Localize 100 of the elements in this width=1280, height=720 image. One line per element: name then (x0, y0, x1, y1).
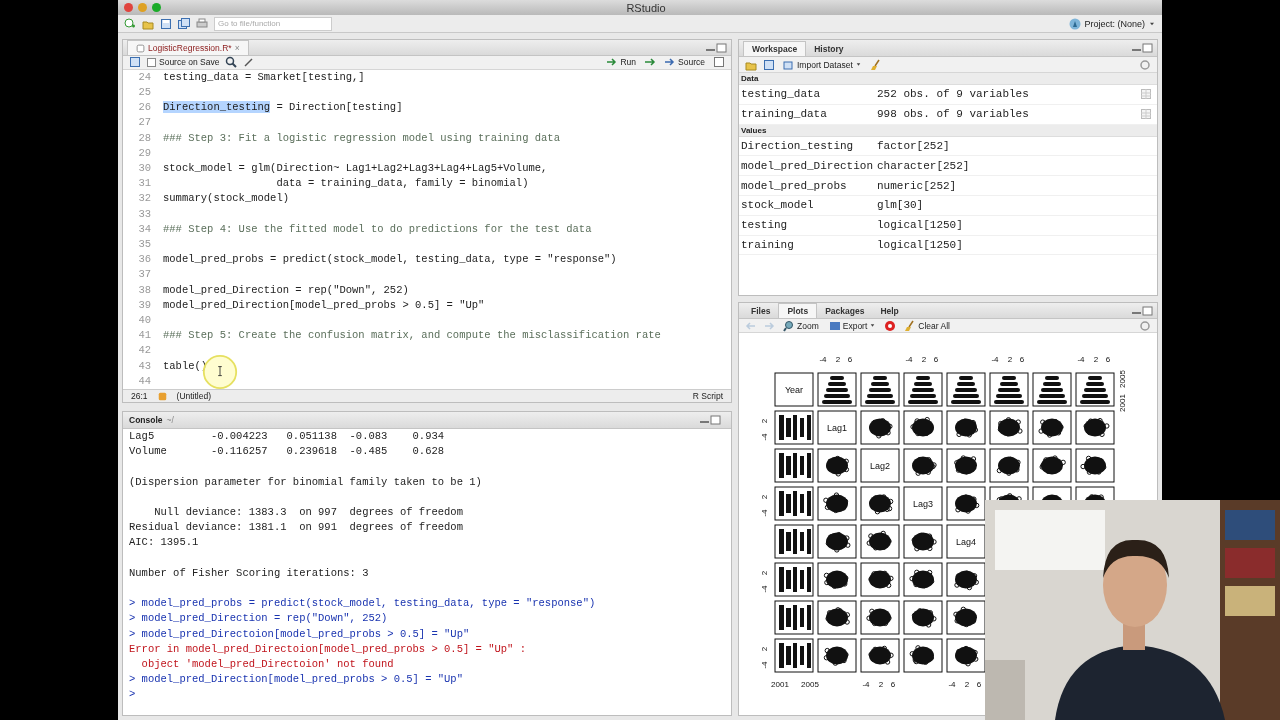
clear-all-button[interactable]: Clear All (902, 319, 952, 332)
code-line: stock_model = glm(Direction~ Lag1+Lag2+Lag3+Lag4+Lag5+Volume, (163, 161, 548, 176)
console-output: Volume -0.116257 0.239618 -0.485 0.628 (128, 444, 446, 460)
line-number: 41 (137, 328, 152, 344)
axis-tick-label: -4 (905, 355, 913, 364)
variable-name: model_pred_Direction (741, 159, 875, 172)
export-button[interactable]: Export (826, 319, 879, 332)
variable-name: training_data (741, 108, 828, 121)
pane-tab[interactable]: Packages (817, 304, 873, 318)
variable-name: model_pred_probs (741, 179, 848, 192)
source-on-save-checkbox[interactable] (147, 57, 156, 67)
r-file-icon[interactable] (136, 43, 145, 53)
file-type-menu[interactable]: R Script (692, 391, 723, 402)
remove-plot-icon[interactable] (884, 319, 897, 332)
console-output: Residual deviance: 1381.1 on 991 degrees of freedom (128, 520, 464, 536)
code-comment: ### Step 3: Fit a logistic regression model using training data (163, 130, 560, 146)
line-number: 27 (137, 115, 152, 131)
import-dataset-button[interactable]: Import Dataset (781, 58, 864, 71)
console-output: (Dispersion parameter for binomial family taken to be 1) (128, 474, 483, 490)
variable-label: Lag3 (913, 498, 933, 509)
maximize-icon[interactable] (1131, 305, 1153, 316)
save-all-icon[interactable] (178, 17, 190, 30)
caret-icon[interactable] (869, 322, 877, 329)
import-icon[interactable] (783, 58, 795, 71)
axis-tick-label: 2005 (1118, 370, 1127, 388)
broom-icon[interactable] (904, 319, 917, 332)
axis-tick-label: 6 (933, 355, 939, 364)
console-command: > (128, 687, 137, 703)
console-command: > model_pred_Direction[model_pred_probs > 0.5] = "Up" (128, 672, 464, 688)
maximize-icon[interactable] (705, 42, 727, 53)
line-number: 36 (137, 252, 152, 268)
project-icon[interactable] (1069, 17, 1082, 30)
axis-tick-label: 2 (760, 418, 769, 424)
variable-label: Lag2 (870, 460, 890, 471)
save-icon[interactable] (129, 56, 141, 69)
line-number: 35 (137, 237, 152, 253)
editor-tab[interactable]: LogisticRegression.R* × (127, 40, 249, 55)
line-number: 38 (137, 282, 152, 298)
pane-tab[interactable]: History (806, 42, 852, 56)
cursor-position: 26:1 (131, 391, 148, 402)
line-number: 24 (137, 69, 152, 85)
variable-label: Year (784, 384, 804, 395)
run-button[interactable]: Run (604, 56, 639, 69)
tab-close-button[interactable]: × (234, 43, 240, 53)
axis-tick-label: 2 (760, 570, 769, 576)
broom-icon[interactable] (869, 58, 882, 71)
axis-tick-label: 2 (964, 680, 970, 689)
axis-tick-label: 2001 (771, 680, 789, 689)
chart-icon[interactable] (828, 319, 841, 332)
variable-name: testing (741, 219, 789, 232)
variable-value: 252 obs. of 9 variables (877, 88, 1030, 101)
axis-tick-label: 2 (760, 494, 769, 500)
console-path: ~/ (166, 415, 174, 425)
variable-value: logical[1250] (877, 238, 964, 251)
search-field[interactable]: Go to file/function (214, 16, 332, 31)
outline-icon[interactable] (713, 56, 725, 69)
source-button[interactable]: Source (662, 56, 707, 69)
close-button[interactable] (124, 3, 133, 12)
maximize-icon[interactable] (1131, 43, 1153, 53)
maximize-icon[interactable] (699, 415, 721, 425)
scope-menu[interactable]: (Untitled) (176, 391, 212, 402)
axis-tick-label: 2 (1007, 355, 1013, 364)
pane-tab[interactable]: Files (743, 304, 779, 318)
pane-tab[interactable]: Plots (778, 303, 818, 318)
pane-tab[interactable]: Workspace (743, 41, 807, 56)
caret-icon[interactable] (854, 61, 862, 68)
pane-tab[interactable]: Help (872, 304, 907, 318)
axis-tick-label: -4 (819, 355, 827, 364)
line-number: 32 (137, 191, 152, 207)
variable-name: stock_model (741, 199, 815, 212)
variable-name: training (741, 238, 795, 251)
axis-tick-label: 6 (976, 680, 982, 689)
axis-tick-label: 6 (1105, 355, 1111, 364)
print-icon[interactable] (196, 17, 208, 30)
project-menu[interactable]: Project: (None) (1084, 18, 1145, 29)
error-message: object 'model_pred_Directoion' not found (140, 657, 395, 672)
search-icon[interactable] (225, 56, 238, 69)
variable-value: factor[252] (877, 140, 951, 152)
code-line: Direction_testing = Direction[testing] (163, 100, 403, 116)
zoom-plot-button[interactable]: Zoom (781, 319, 821, 332)
refresh-icon[interactable] (1139, 319, 1151, 332)
refresh-icon[interactable] (1139, 58, 1151, 71)
save-icon[interactable] (160, 17, 172, 30)
line-number: 37 (137, 267, 152, 283)
line-number: 30 (137, 161, 152, 176)
wand-icon[interactable] (243, 56, 256, 69)
console-output: AIC: 1395.1 (128, 535, 200, 551)
axis-tick-label: -4 (760, 433, 769, 441)
line-number: 34 (137, 221, 152, 237)
console-output: Lag5 -0.004223 0.051138 -0.083 0.934 (128, 429, 446, 444)
axis-tick-label: -4 (991, 355, 999, 364)
axis-tick-label: 2005 (801, 680, 819, 689)
zoom-button[interactable] (152, 3, 161, 12)
variable-label: Lag4 (956, 536, 976, 547)
console-command: > model_pred_Direction = rep("Down", 252) (128, 611, 389, 627)
magnifier-icon[interactable] (783, 319, 795, 332)
save-icon[interactable] (763, 58, 775, 71)
axis-tick-label: -4 (862, 680, 870, 689)
checkbox-label: Source on Save (159, 57, 220, 68)
new-file-icon[interactable] (124, 17, 136, 30)
